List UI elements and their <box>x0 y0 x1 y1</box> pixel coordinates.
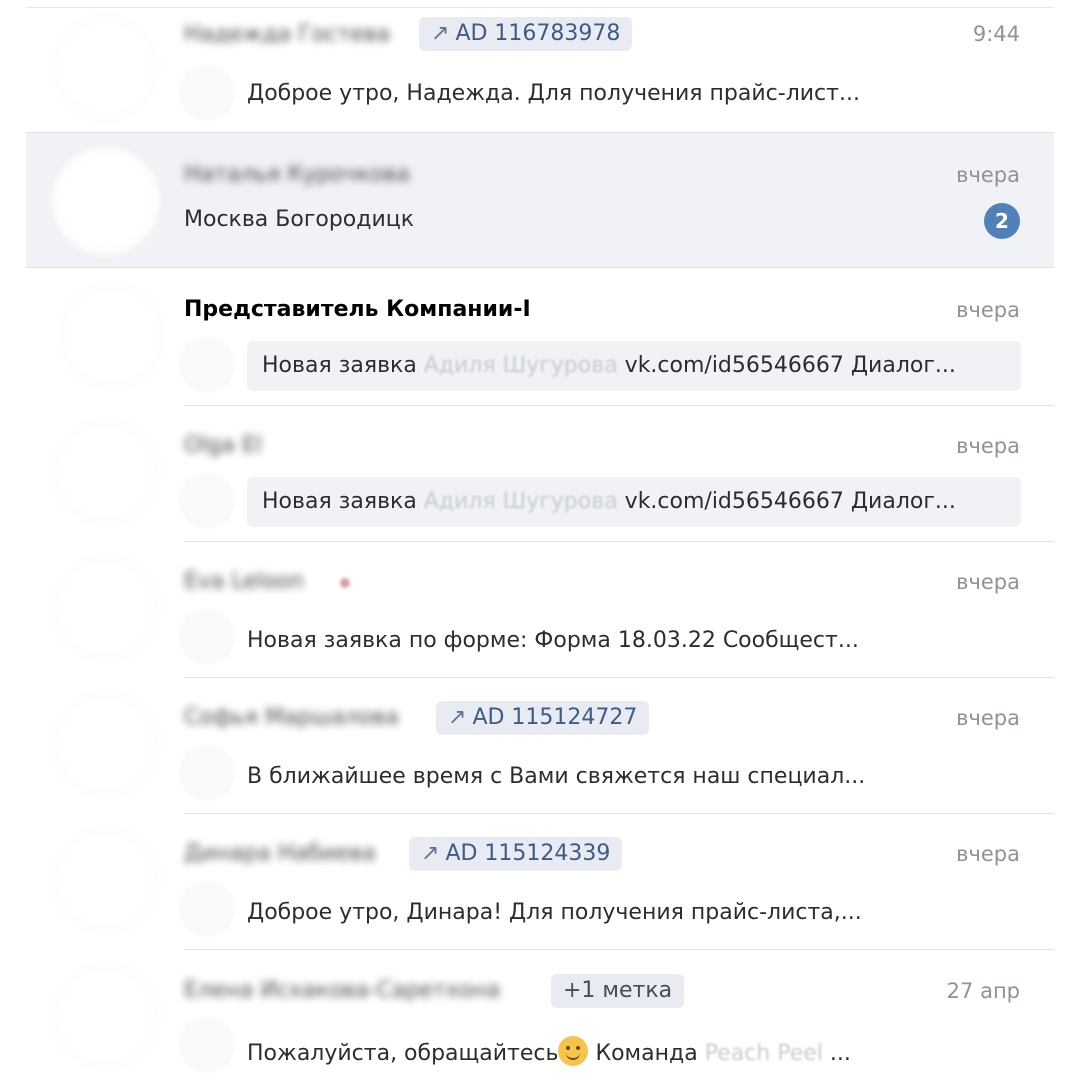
status-dot-icon <box>340 578 350 588</box>
contact-name: Eva Leloon <box>184 569 304 594</box>
conversation-item[interactable]: Динара Набиева ↗ AD 115124339 вчера Добро… <box>0 814 1080 950</box>
conversation-item[interactable]: Елена Исхакова-Саретхона +1 метка 27 апр… <box>0 950 1080 1080</box>
message-time: вчера <box>956 163 1020 187</box>
message-text: vk.com/id56546667 Диалог... <box>624 489 956 514</box>
ad-tag[interactable]: ↗ AD 115124339 <box>409 837 623 871</box>
avatar <box>52 962 160 1070</box>
message-preview: Новая заявка по форме: Форма 18.03.22 Со… <box>247 628 859 653</box>
contact-name: Надежда Гостева <box>184 22 391 47</box>
message-preview: Доброе утро, Динара! Для получения прайс… <box>247 900 862 925</box>
avatar <box>58 282 166 390</box>
conversation-item-selected[interactable]: Наталья Курочкова вчера Москва Богородиц… <box>26 132 1054 268</box>
message-text: Новая заявка <box>262 353 417 378</box>
message-text: Команда <box>588 1041 705 1066</box>
avatar <box>52 690 160 798</box>
conversation-item[interactable]: Надежда Гостева ↗ AD 116783978 9:44 Добро… <box>0 8 1080 132</box>
ad-tag[interactable]: ↗ AD 116783978 <box>419 17 633 51</box>
avatar <box>52 14 160 122</box>
contact-name: Елена Исхакова-Саретхона <box>184 978 501 1003</box>
sender-avatar <box>180 882 234 936</box>
hidden-text: Адиля Шугурова <box>423 353 618 378</box>
sender-avatar <box>180 746 234 800</box>
message-time: вчера <box>956 570 1020 594</box>
message-text: ... <box>822 1041 851 1066</box>
conversation-item[interactable]: Olga El вчера Новая заявка Адиля Шугуров… <box>0 406 1080 542</box>
message-time: 27 апр <box>946 979 1020 1003</box>
ad-tag[interactable]: ↗ AD 115124727 <box>436 701 650 735</box>
hidden-text: Peach Peel <box>704 1041 823 1066</box>
sender-avatar <box>180 610 234 664</box>
hidden-text: Адиля Шугурова <box>423 489 618 514</box>
message-time: вчера <box>956 842 1020 866</box>
message-preview: Пожалуйста, обращайтесь Команда Peach Pe… <box>247 1036 851 1069</box>
contact-name: Представитель Компании-I <box>184 297 531 322</box>
sender-avatar <box>180 338 234 392</box>
message-text: Новая заявка <box>262 489 417 514</box>
avatar <box>52 554 160 662</box>
ad-tag-label: AD 116783978 <box>455 21 621 46</box>
message-preview: Новая заявка Адиля Шугурова vk.com/id565… <box>247 477 1021 527</box>
message-preview: Доброе утро, Надежда. Для получения прай… <box>247 81 860 106</box>
sender-avatar <box>180 1018 234 1072</box>
sender-avatar <box>180 66 234 120</box>
message-time: 9:44 <box>972 22 1020 46</box>
ad-tag-label: AD 115124727 <box>472 705 638 730</box>
contact-name: Наталья Курочкова <box>184 162 410 187</box>
smiling-face-emoji-icon <box>558 1036 589 1066</box>
conversation-item[interactable]: Представитель Компании-I вчера Новая зая… <box>0 268 1080 406</box>
avatar <box>52 147 160 255</box>
unread-count-badge: 2 <box>984 203 1020 239</box>
conversation-item[interactable]: Eva Leloon вчера Новая заявка по форме: … <box>0 542 1080 678</box>
avatar <box>52 418 160 526</box>
message-preview: В ближайшее время с Вами свяжется наш сп… <box>247 764 866 789</box>
message-time: вчера <box>956 706 1020 730</box>
contact-name: Olga El <box>184 433 262 458</box>
avatar <box>52 826 160 934</box>
sender-avatar <box>180 474 234 528</box>
ad-tag-label: AD 115124339 <box>445 841 611 866</box>
message-preview: Новая заявка Адиля Шугурова vk.com/id565… <box>247 341 1021 391</box>
message-preview: Москва Богородицк <box>184 207 415 232</box>
label-tag[interactable]: +1 метка <box>551 974 685 1008</box>
contact-name: Софья Маршалова <box>184 705 399 730</box>
message-text: Пожалуйста, обращайтесь <box>247 1041 559 1066</box>
external-link-arrow-icon: ↗ <box>431 21 450 46</box>
message-time: вчера <box>956 434 1020 458</box>
external-link-arrow-icon: ↗ <box>421 841 440 866</box>
message-text: vk.com/id56546667 Диалог... <box>624 353 956 378</box>
external-link-arrow-icon: ↗ <box>448 705 467 730</box>
contact-name: Динара Набиева <box>184 841 376 866</box>
message-time: вчера <box>956 298 1020 322</box>
conversation-item[interactable]: Софья Маршалова ↗ AD 115124727 вчера В бл… <box>0 678 1080 814</box>
